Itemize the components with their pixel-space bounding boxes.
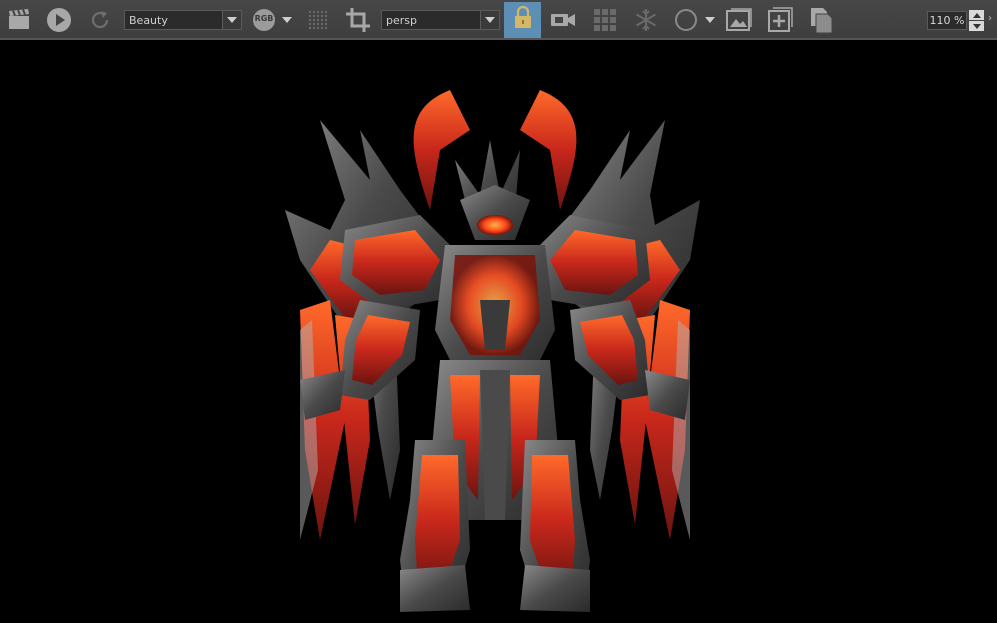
- channel-menu-arrow-icon[interactable]: [280, 4, 294, 36]
- copy-icon[interactable]: [806, 4, 836, 36]
- tiles-icon[interactable]: [590, 4, 620, 36]
- render-pass-label: Beauty: [129, 13, 168, 27]
- play-icon[interactable]: [44, 4, 74, 36]
- crop-icon[interactable]: [343, 4, 373, 36]
- render-toolbar: Beauty RGB persp 110 % ›: [0, 0, 997, 40]
- circle-icon[interactable]: [672, 4, 700, 36]
- lock-icon: [513, 5, 533, 34]
- zoom-stepper[interactable]: [969, 10, 984, 31]
- toolbar-overflow-icon[interactable]: ›: [988, 13, 992, 24]
- lock-camera-button[interactable]: [504, 2, 541, 38]
- chevron-down-icon: [222, 11, 241, 29]
- render-pass-dropdown[interactable]: Beauty: [124, 10, 242, 30]
- character-torso: [435, 245, 555, 370]
- chevron-down-icon: [480, 11, 499, 29]
- add-image-icon[interactable]: [765, 4, 795, 36]
- render-view-window: Beauty RGB persp 110 % ›: [0, 0, 997, 623]
- zoom-up-icon[interactable]: [969, 10, 984, 20]
- rgb-channel-label: RGB: [254, 14, 274, 23]
- image-icon[interactable]: [724, 4, 754, 36]
- snowflake-icon[interactable]: [631, 4, 661, 36]
- camera-dropdown[interactable]: persp: [381, 10, 500, 30]
- grid-dots-icon[interactable]: [304, 4, 332, 36]
- clapper-icon[interactable]: [4, 4, 34, 36]
- zoom-field[interactable]: 110 %: [927, 11, 967, 30]
- character-head: [455, 140, 530, 240]
- rendered-character-image: [285, 90, 700, 612]
- rgb-channel-button[interactable]: RGB: [251, 4, 277, 36]
- camera-label: persp: [386, 13, 417, 27]
- refresh-icon[interactable]: [86, 4, 114, 36]
- render-viewport[interactable]: [0, 40, 997, 623]
- circle-menu-arrow-icon[interactable]: [703, 4, 717, 36]
- zoom-down-icon[interactable]: [969, 21, 984, 31]
- camera-icon[interactable]: [548, 4, 578, 36]
